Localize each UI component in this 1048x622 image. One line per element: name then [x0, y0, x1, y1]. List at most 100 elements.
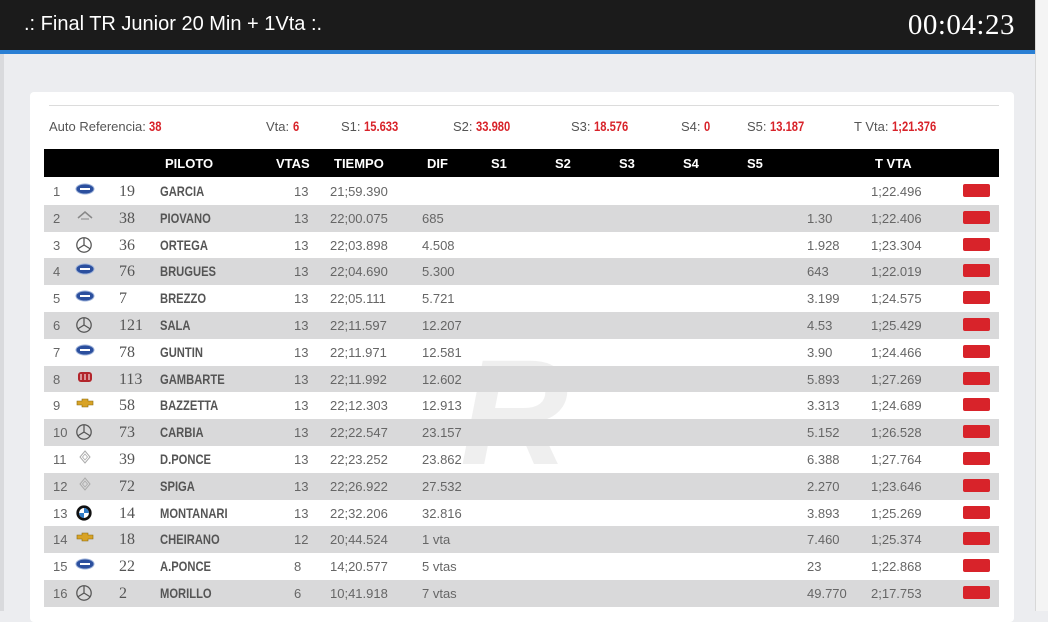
driver-name[interactable]: SALA [160, 317, 191, 333]
status-flag[interactable] [963, 184, 990, 197]
table-row[interactable]: 10 73 CARBIA 13 22;22.547 23.157 5.152 1;26.528 [44, 419, 999, 446]
gap: 5 vtas [422, 559, 457, 575]
driver-name[interactable]: D.PONCE [160, 451, 211, 467]
car-number: 2 [119, 584, 127, 602]
scrollbar[interactable] [1035, 0, 1048, 611]
driver-name[interactable]: MONTANARI [160, 505, 228, 521]
status-flag[interactable] [963, 505, 990, 519]
status-flag[interactable] [963, 478, 990, 492]
mercedes-logo-icon [75, 584, 95, 601]
driver-name[interactable]: GUNTIN [160, 344, 203, 360]
mercedes-logo-icon [75, 423, 95, 441]
driver-name[interactable]: A.PONCE [160, 558, 211, 574]
lap-time: 1;25.374 [871, 532, 922, 548]
col-s2: S2 [555, 156, 571, 171]
position: 13 [53, 505, 68, 521]
status-flag[interactable] [963, 585, 990, 599]
ford-logo-icon [75, 343, 95, 359]
s5-label: S5: [747, 119, 767, 134]
gap: 685 [422, 210, 444, 226]
driver-name[interactable]: ORTEGA [160, 237, 208, 253]
driver-name[interactable]: BAZZETTA [160, 397, 218, 413]
status-flag[interactable] [963, 559, 990, 573]
s5-time: 23 [807, 559, 822, 575]
table-row[interactable]: 2 38 PIOVANO 13 22;00.075 685 1.30 1;22.406 [44, 204, 999, 232]
status-flag[interactable] [963, 371, 990, 385]
lap-time: 1;25.269 [871, 505, 922, 521]
driver-name[interactable]: CARBIA [160, 424, 204, 440]
status-flag[interactable] [963, 344, 990, 358]
status-flag[interactable] [963, 317, 990, 331]
s5-time: 5.893 [807, 371, 840, 387]
table-row[interactable]: 3 36 ORTEGA 13 22;03.898 4.508 1.928 1;23.304 [44, 232, 999, 259]
s4-ref: S4: 0 [681, 118, 712, 134]
table-row[interactable]: 16 2 MORILLO 6 10;41.918 7 vtas 49.770 2;17.753 [44, 579, 999, 607]
s5-time: 4.53 [807, 317, 833, 333]
laps: 8 [294, 559, 302, 575]
position: 14 [53, 532, 68, 548]
table-row[interactable]: 12 72 SPIGA 13 22;26.922 27.532 2.270 1;23.646 [44, 472, 999, 500]
status-flag[interactable] [963, 210, 990, 224]
mercedes-logo-icon [75, 236, 95, 253]
total-time: 22;12.303 [330, 398, 388, 414]
s5-time: 6.388 [807, 451, 840, 467]
laps: 13 [294, 425, 309, 441]
race-clock: 00:04:23 [907, 9, 1015, 41]
table-row[interactable]: 15 22 A.PONCE 8 14;20.577 5 vtas 23 1;22.868 [44, 553, 999, 580]
driver-name[interactable]: SPIGA [160, 478, 195, 494]
status-flag[interactable] [963, 451, 990, 465]
table-row[interactable]: 8 113 GAMBARTE 13 22;11.992 12.602 5.893 1;27.2… [44, 365, 999, 393]
car-number: 38 [119, 209, 135, 227]
col-tvta: T VTA [875, 156, 912, 171]
status-flag[interactable] [963, 532, 990, 546]
s5-time: 3.90 [807, 344, 833, 360]
s5-time: 5.152 [807, 425, 840, 441]
car-number: 76 [119, 263, 135, 281]
s4-label: S4: [681, 119, 701, 134]
table-row[interactable]: 1 19 GARCIA 13 21;59.390 1;22.496 [44, 178, 999, 205]
title-bar: .: Final TR Junior 20 Min + 1Vta :. 00:0… [0, 0, 1035, 54]
status-flag[interactable] [963, 264, 990, 278]
total-time: 14;20.577 [330, 559, 388, 575]
status-flag[interactable] [963, 398, 990, 412]
driver-name[interactable]: GAMBARTE [160, 371, 225, 387]
driver-name[interactable]: BRUGUES [160, 263, 216, 279]
status-flag[interactable] [963, 237, 990, 251]
gap: 32.816 [422, 505, 462, 521]
lap-time: 1;24.466 [871, 344, 922, 360]
position: 12 [53, 478, 68, 494]
s5-time: 1.30 [807, 210, 833, 226]
total-time: 22;22.547 [330, 425, 388, 441]
ford-logo-icon [75, 262, 95, 278]
table-row[interactable]: 5 7 BREZZO 13 22;05.111 5.721 3.199 1;24.575 [44, 285, 999, 312]
driver-name[interactable]: GARCIA [160, 183, 204, 199]
driver-name[interactable]: PIOVANO [160, 210, 211, 226]
table-row[interactable]: 9 58 BAZZETTA 13 22;12.303 12.913 3.313 1;24.68… [44, 392, 999, 419]
position: 8 [53, 371, 61, 387]
table-row[interactable]: 4 76 BRUGUES 13 22;04.690 5.300 643 1;22.019 [44, 258, 999, 286]
lap-time: 1;22.496 [871, 184, 922, 199]
bmw-logo-icon [75, 504, 95, 521]
car-number: 14 [119, 504, 135, 522]
table-row[interactable]: 6 121 SALA 13 22;11.597 12.207 4.53 1;25.429 [44, 311, 999, 339]
col-s4: S4 [683, 156, 699, 171]
driver-name[interactable]: CHEIRANO [160, 531, 220, 547]
s3-ref: S3: 18.576 [571, 118, 637, 134]
table-row[interactable]: 7 78 GUNTIN 13 22;11.971 12.581 3.90 1;24.466 [44, 339, 999, 366]
driver-name[interactable]: BREZZO [160, 290, 206, 306]
table-row[interactable]: 13 14 MONTANARI 13 22;32.206 32.816 3.893 1;25.… [44, 500, 999, 527]
position: 10 [53, 425, 68, 441]
car-number: 22 [119, 558, 135, 576]
position: 7 [53, 344, 61, 360]
status-flag[interactable] [963, 291, 990, 305]
gap: 23.862 [422, 451, 462, 467]
total-time: 22;11.992 [330, 371, 387, 387]
laps: 13 [294, 451, 309, 467]
auto-referencia-value: 38 [149, 118, 162, 134]
gap: 4.508 [422, 237, 455, 253]
driver-name[interactable]: MORILLO [160, 585, 212, 601]
table-row[interactable]: 11 39 D.PONCE 13 22;23.252 23.862 6.388 1;27.76… [44, 446, 999, 473]
table-row[interactable]: 14 18 CHEIRANO 12 20;44.524 1 vta 7.460 1;25.37… [44, 526, 999, 554]
status-flag[interactable] [963, 425, 990, 439]
col-piloto: PILOTO [165, 156, 214, 171]
